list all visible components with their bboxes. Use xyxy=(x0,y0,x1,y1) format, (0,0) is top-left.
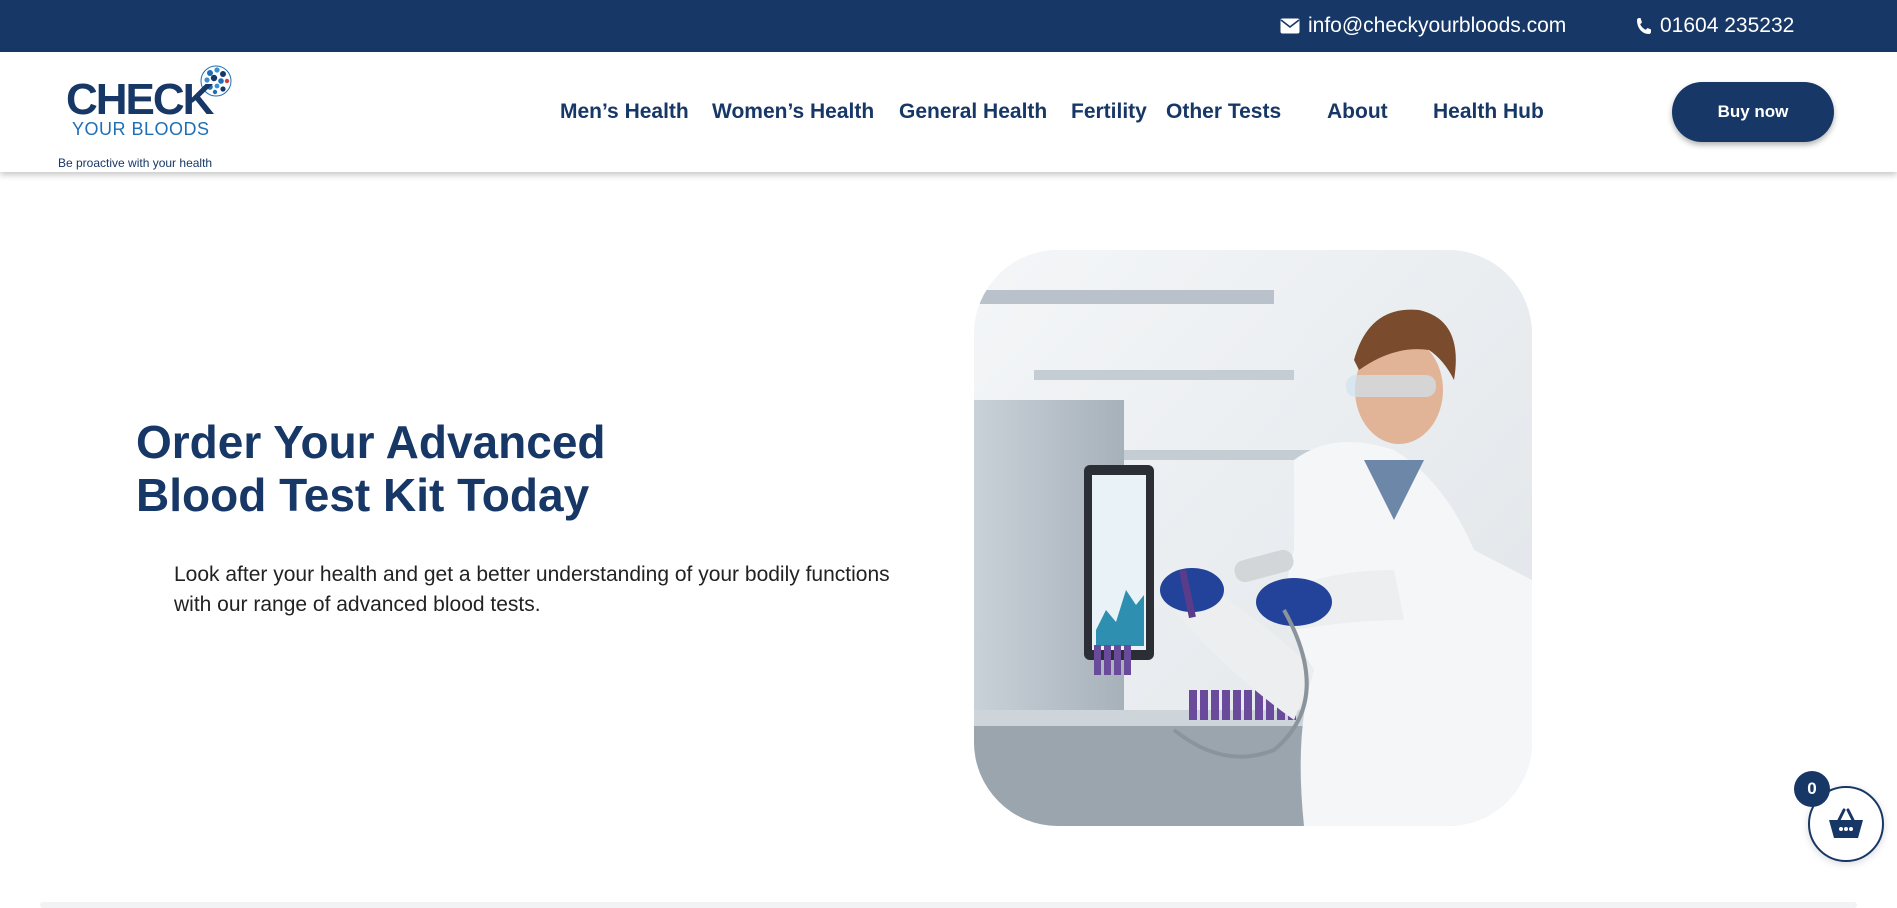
buy-now-button[interactable]: Buy now xyxy=(1672,82,1834,142)
section-divider xyxy=(40,902,1857,908)
top-contact-bar: info@checkyourbloods.com 01604 235232 xyxy=(0,0,1897,52)
lab-technician-illustration xyxy=(974,250,1532,826)
logo-brand: CHECK xyxy=(66,75,214,124)
basket-icon xyxy=(1829,808,1863,838)
contact-email-link[interactable]: info@checkyourbloods.com xyxy=(1280,0,1566,52)
nav-item-mens-health[interactable]: Men’s Health xyxy=(560,100,689,124)
hero-title-line-2: Blood Test Kit Today xyxy=(136,469,590,521)
contact-phone-text: 01604 235232 xyxy=(1660,14,1795,37)
hero-title-line-1: Order Your Advanced xyxy=(136,416,606,468)
site-header: CHECK YOUR BLOODS Be proactive with your… xyxy=(0,52,1897,172)
hero-title: Order Your Advanced Blood Test Kit Today xyxy=(136,416,696,522)
nav-item-about[interactable]: About xyxy=(1327,100,1388,124)
hero-image xyxy=(974,250,1532,826)
nav-item-general-health[interactable]: General Health xyxy=(899,100,1047,124)
nav-item-womens-health[interactable]: Women’s Health xyxy=(712,100,874,124)
nav-item-health-hub[interactable]: Health Hub xyxy=(1433,100,1544,124)
nav-item-fertility[interactable]: Fertility xyxy=(1071,100,1147,124)
nav-item-other-tests[interactable]: Other Tests xyxy=(1166,100,1281,124)
logo-brand-sub: YOUR BLOODS xyxy=(72,119,210,139)
phone-icon xyxy=(1637,18,1651,34)
contact-phone-link[interactable]: 01604 235232 xyxy=(1636,0,1794,52)
envelope-icon xyxy=(1280,18,1300,34)
contact-email-text: info@checkyourbloods.com xyxy=(1308,14,1567,37)
cart-count-badge: 0 xyxy=(1794,771,1830,807)
site-logo[interactable]: CHECK YOUR BLOODS Be proactive with your… xyxy=(58,62,238,169)
hero-description: Look after your health and get a better … xyxy=(174,563,890,616)
logo-tagline: Be proactive with your health xyxy=(58,156,213,170)
